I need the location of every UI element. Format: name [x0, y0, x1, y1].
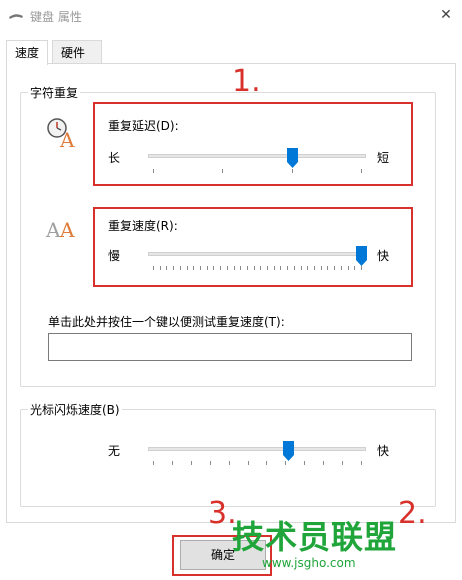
cursor-blink-group [20, 409, 436, 507]
slider-tick [361, 461, 362, 465]
watermark-title: 技术员联盟 [232, 518, 398, 556]
char-repeat-group-label: 字符重复 [28, 84, 81, 101]
slider-tick [323, 461, 325, 465]
slider-tick [247, 461, 249, 465]
watermark-url: www.jsgho.com [262, 556, 356, 570]
slider-tick [342, 461, 344, 465]
close-icon[interactable]: ✕ [438, 7, 454, 23]
tab-hardware[interactable]: 硬件 [52, 40, 102, 64]
window-title: 键盘 属性 [30, 10, 82, 24]
repeat-rate-icon: A A [45, 218, 75, 242]
cursor-blink-max-label: 快 [377, 444, 390, 458]
keyboard-icon [9, 14, 23, 19]
slider-tick [190, 461, 192, 465]
annotation-step-2: 2. [398, 496, 427, 531]
annotation-step-1: 1. [232, 64, 261, 99]
svg-text:A: A [59, 128, 75, 150]
slider-tick [228, 461, 230, 465]
cursor-blink-min-label: 无 [108, 444, 121, 458]
slider-tick [171, 461, 173, 465]
cursor-blink-slider-thumb[interactable] [282, 441, 294, 461]
annotation-box-rate [93, 207, 413, 287]
slider-tick [266, 461, 268, 465]
title-bar: 键盘 属性 ✕ [0, 0, 462, 32]
repeat-test-input[interactable] [48, 333, 412, 361]
cursor-blink-group-label: 光标闪烁速度(B) [28, 401, 122, 418]
tab-strip: 速度 硬件 [6, 40, 456, 65]
svg-text:A: A [45, 218, 61, 242]
test-area-prompt: 单击此处并按住一个键以便测试重复速度(T): [48, 315, 285, 329]
repeat-delay-icon: A [47, 118, 75, 150]
slider-tick [153, 461, 154, 465]
annotation-box-delay [93, 102, 413, 186]
slider-tick [304, 461, 306, 465]
svg-text:A: A [59, 218, 75, 242]
slider-tick [209, 461, 211, 465]
tab-speed[interactable]: 速度 [6, 40, 48, 65]
cursor-blink-slider-track[interactable] [148, 447, 366, 451]
cursor-blink-ticks [153, 461, 362, 465]
slider-tick [285, 461, 287, 465]
